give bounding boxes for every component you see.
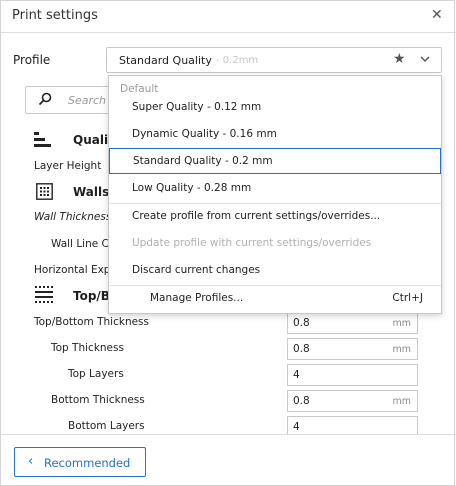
category-top-bottom-label: Top/B <box>73 289 110 303</box>
menu-item-label: Update profile with current settings/ove… <box>132 237 372 249</box>
setting-bottom-layers-label: Bottom Layers <box>68 420 145 432</box>
recommended-label: Recommended <box>44 456 131 470</box>
profile-selected-sub: - 0.2mm <box>216 55 259 66</box>
setting-top-bottom-thickness-label: Top/Bottom Thickness <box>34 316 150 328</box>
menu-item-label: Dynamic Quality - 0.16 mm <box>132 128 277 140</box>
category-quality-label: Quali <box>73 133 109 147</box>
chevron-down-icon[interactable] <box>420 53 430 67</box>
profile-selected-value: Standard Quality <box>119 54 212 67</box>
setting-top-layers-label: Top Layers <box>68 368 124 380</box>
menu-item-standard-quality[interactable]: Standard Quality - 0.2 mm <box>109 148 441 174</box>
setting-layer-height-label: Layer Height <box>34 160 102 172</box>
walls-icon <box>36 183 53 203</box>
recommended-button[interactable]: ‹ Recommended <box>14 447 146 477</box>
field-unit: mm <box>392 396 411 407</box>
field-value: 4 <box>293 421 300 433</box>
top-bottom-icon <box>35 286 55 307</box>
title-bar: Print settings ✕ <box>1 1 456 32</box>
field-value: 0.8 <box>293 395 310 407</box>
menu-item-create-profile[interactable]: Create profile from current settings/ove… <box>109 204 441 230</box>
profile-dropdown-menu: Default Super Quality - 0.12 mm Dynamic … <box>108 75 442 314</box>
print-settings-panel: Print settings ✕ Profile Standard Qualit… <box>0 0 456 486</box>
footer-divider <box>1 434 456 435</box>
field-value: 4 <box>293 369 300 381</box>
field-value: 0.8 <box>293 317 310 329</box>
menu-item-super-quality[interactable]: Super Quality - 0.12 mm <box>109 95 441 121</box>
menu-item-label: Super Quality - 0.12 mm <box>132 101 262 113</box>
menu-item-label: Discard current changes <box>132 264 261 276</box>
top-thickness-field[interactable]: 0.8 mm <box>287 338 418 360</box>
field-unit: mm <box>392 318 411 329</box>
profile-label: Profile <box>13 53 51 67</box>
profile-select[interactable]: Standard Quality - 0.2mm ★ <box>106 47 442 73</box>
bottom-layers-field[interactable]: 4 <box>287 416 418 434</box>
close-icon[interactable]: ✕ <box>431 7 443 23</box>
menu-item-manage-profiles[interactable]: Manage Profiles... Ctrl+J <box>109 286 441 312</box>
title-divider <box>1 32 456 33</box>
top-layers-field[interactable]: 4 <box>287 364 418 386</box>
star-icon[interactable]: ★ <box>393 51 406 67</box>
search-icon <box>38 92 52 106</box>
top-bottom-thickness-field[interactable]: 0.8 mm <box>287 312 418 334</box>
chevron-left-icon: ‹ <box>28 454 34 469</box>
menu-item-label: Low Quality - 0.28 mm <box>132 182 252 194</box>
menu-item-update-profile: Update profile with current settings/ove… <box>109 231 441 257</box>
menu-item-label: Standard Quality - 0.2 mm <box>133 155 273 167</box>
menu-item-shortcut: Ctrl+J <box>392 292 423 304</box>
quality-icon <box>34 132 52 151</box>
menu-item-low-quality[interactable]: Low Quality - 0.28 mm <box>109 176 441 202</box>
dropdown-section-header: Default <box>120 83 159 95</box>
setting-wall-thickness-label: Wall Thickness <box>34 211 112 223</box>
setting-horizontal-expansion-label: Horizontal Exp <box>34 264 111 276</box>
bottom-thickness-field[interactable]: 0.8 mm <box>287 390 418 412</box>
field-unit: mm <box>392 344 411 355</box>
menu-item-discard-changes[interactable]: Discard current changes <box>109 258 441 284</box>
panel-title: Print settings <box>12 8 98 23</box>
field-value: 0.8 <box>293 343 310 355</box>
setting-bottom-thickness-label: Bottom Thickness <box>51 394 145 406</box>
setting-wall-line-count-label: Wall Line C <box>51 238 109 250</box>
setting-top-thickness-label: Top Thickness <box>51 342 124 354</box>
menu-item-dynamic-quality[interactable]: Dynamic Quality - 0.16 mm <box>109 122 441 148</box>
menu-item-label: Create profile from current settings/ove… <box>132 210 381 222</box>
category-walls-label: Walls <box>73 185 110 199</box>
search-placeholder: Search <box>68 94 107 107</box>
menu-item-label: Manage Profiles... <box>150 292 244 304</box>
